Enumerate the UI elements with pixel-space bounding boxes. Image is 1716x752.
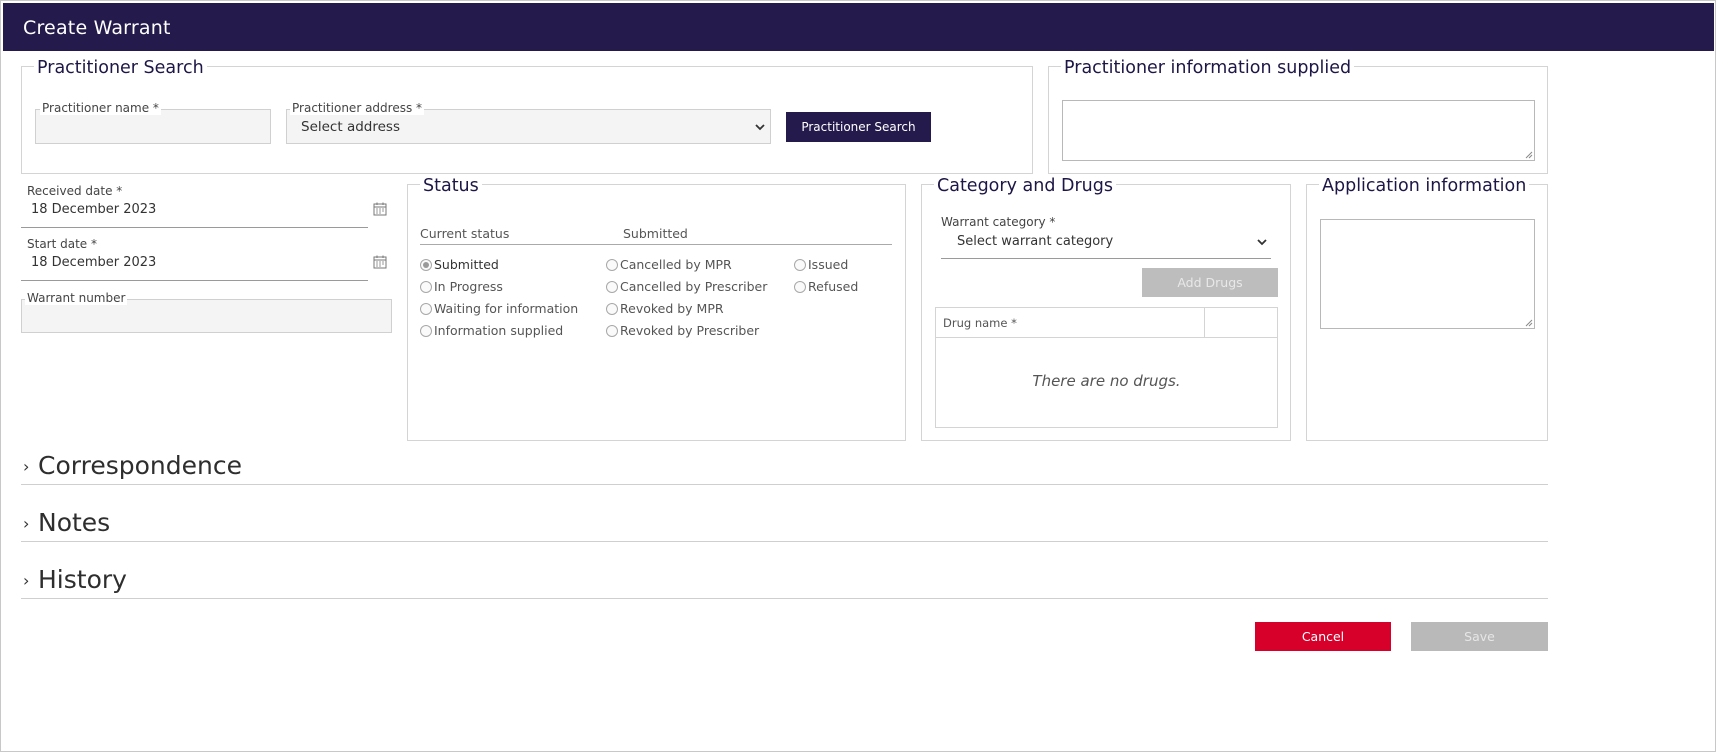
practitioner-address-value: Select address (301, 119, 400, 135)
status-radio-cancelled-by-prescriber[interactable]: Cancelled by Prescriber (606, 279, 767, 294)
chevron-down-icon (755, 124, 765, 131)
radio-selected-icon (420, 258, 432, 271)
status-radio-information-supplied[interactable]: Information supplied (420, 323, 563, 338)
status-radio-issued[interactable]: Issued (794, 257, 848, 272)
current-status-value: Submitted (623, 226, 688, 241)
status-divider (420, 244, 892, 245)
radio-icon (606, 324, 618, 337)
status-radio-revoked-by-prescriber[interactable]: Revoked by Prescriber (606, 323, 759, 338)
chevron-right-icon: › (23, 514, 30, 533)
status-radio-in-progress[interactable]: In Progress (420, 279, 503, 294)
radio-icon (606, 258, 618, 271)
add-drugs-button[interactable]: Add Drugs (1142, 268, 1278, 297)
start-date-value: 18 December 2023 (31, 255, 157, 270)
application-info-legend: Application information (1319, 175, 1530, 197)
chevron-down-icon (1257, 239, 1267, 246)
resize-grip-icon[interactable] (1524, 150, 1533, 159)
radio-icon (606, 302, 618, 315)
practitioner-name-label: Practitioner name * (40, 101, 161, 115)
status-radio-cancelled-by-mpr[interactable]: Cancelled by MPR (606, 257, 732, 272)
window-title: Create Warrant (3, 3, 1714, 51)
practitioner-info-textarea[interactable] (1062, 100, 1535, 161)
practitioner-search-legend: Practitioner Search (34, 57, 207, 79)
received-date-label: Received date * (25, 184, 125, 198)
start-date-field[interactable]: 18 December 2023 (21, 252, 368, 281)
practitioner-search-panel: Practitioner Search Practitioner name * … (21, 57, 1033, 174)
radio-icon (420, 280, 432, 293)
resize-grip-icon[interactable] (1524, 318, 1533, 327)
section-correspondence[interactable]: › Correspondence (21, 447, 1548, 485)
received-date-field[interactable]: 18 December 2023 (21, 199, 368, 228)
chevron-right-icon: › (23, 457, 30, 476)
drugs-table: Drug name * There are no drugs. (935, 307, 1278, 428)
calendar-icon[interactable] (373, 255, 387, 269)
warrant-category-value: Select warrant category (957, 234, 1114, 249)
category-drugs-panel: Category and Drugs Warrant category * Se… (921, 175, 1291, 441)
category-drugs-legend: Category and Drugs (934, 175, 1116, 197)
received-date-value: 18 December 2023 (31, 202, 157, 217)
radio-icon (420, 302, 432, 315)
warrant-category-select[interactable]: Select warrant category (941, 229, 1271, 259)
warrant-category-label: Warrant category * (939, 215, 1058, 229)
drug-name-column-header: Drug name * (943, 316, 1017, 330)
chevron-right-icon: › (23, 571, 30, 590)
status-radio-revoked-by-mpr[interactable]: Revoked by MPR (606, 301, 724, 316)
start-date-label: Start date * (25, 237, 100, 251)
radio-icon (606, 280, 618, 293)
drugs-empty-text: There are no drugs. (1032, 372, 1181, 390)
radio-icon (420, 324, 432, 337)
section-notes[interactable]: › Notes (21, 504, 1548, 542)
status-panel: Status Current status Submitted Submitte… (407, 175, 906, 441)
practitioner-info-panel: Practitioner information supplied (1048, 57, 1548, 174)
current-status-label: Current status (420, 226, 510, 241)
column-divider (1204, 308, 1205, 338)
practitioner-address-label: Practitioner address * (290, 101, 425, 115)
calendar-icon[interactable] (373, 202, 387, 216)
status-radio-refused[interactable]: Refused (794, 279, 858, 294)
section-history-title: History (38, 565, 127, 594)
drugs-table-header: Drug name * (936, 308, 1277, 338)
create-warrant-window: Create Warrant Practitioner Search Pract… (0, 0, 1716, 752)
practitioner-search-button[interactable]: Practitioner Search (786, 112, 931, 142)
radio-icon (794, 280, 806, 293)
status-legend: Status (420, 175, 482, 197)
application-info-panel: Application information (1306, 175, 1548, 441)
section-notes-title: Notes (38, 508, 111, 537)
save-button[interactable]: Save (1411, 622, 1548, 651)
status-radio-waiting-for-information[interactable]: Waiting for information (420, 301, 578, 316)
status-radio-submitted[interactable]: Submitted (420, 257, 499, 272)
section-correspondence-title: Correspondence (38, 451, 242, 480)
practitioner-info-legend: Practitioner information supplied (1061, 57, 1355, 79)
application-info-textarea[interactable] (1320, 219, 1535, 329)
section-history[interactable]: › History (21, 561, 1548, 599)
cancel-button[interactable]: Cancel (1255, 622, 1391, 651)
radio-icon (794, 258, 806, 271)
warrant-number-label: Warrant number (25, 291, 128, 305)
